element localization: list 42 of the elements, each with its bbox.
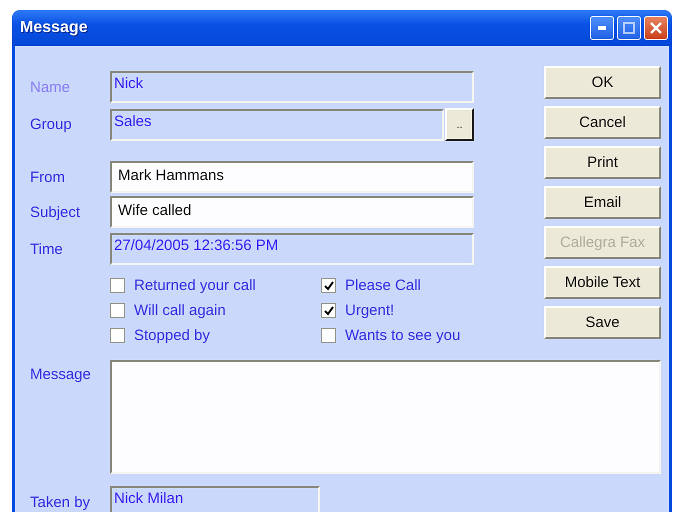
browse-button[interactable]: .. [445,108,474,141]
dialog-button[interactable]: Email [544,186,661,219]
dialog-button[interactable]: Print [544,146,661,179]
field-label: Subject [30,204,82,220]
input-field: 27/04/2005 12:36:56 PM [110,233,474,265]
dialog-button[interactable]: Mobile Text [544,266,661,299]
input-field[interactable]: Mark Hammans [110,161,474,193]
input-field: Nick Milan [110,486,320,512]
checkbox-label: Urgent! [345,302,394,319]
dialog-button[interactable]: Save [544,306,661,339]
dialog-button[interactable]: OK [544,66,661,99]
checkbox[interactable] [321,303,336,318]
checkbox[interactable] [110,303,125,318]
message-field[interactable] [110,360,661,474]
checkbox[interactable] [321,328,336,343]
close-icon [650,22,662,34]
checkbox-label: Stopped by [134,327,210,344]
minimize-icon [598,26,606,30]
maximize-button[interactable] [617,16,641,40]
checkbox-label: Will call again [134,302,226,319]
checkbox[interactable] [321,278,336,293]
field-label: Group [30,116,73,133]
field-label: Message [30,365,92,385]
checkbox[interactable] [110,278,125,293]
input-field: Nick [110,71,474,103]
checkmark-icon [324,280,334,290]
field-label: Time [30,240,64,258]
checkmark-icon [324,306,334,316]
checkbox[interactable] [110,328,125,343]
maximize-icon [623,22,635,34]
input-field: Sales [110,108,444,140]
checkbox-label: Please Call [345,277,421,294]
field-label: From [30,168,66,186]
minimize-button[interactable] [590,16,614,40]
checkbox-label: Returned your call [134,277,256,294]
field-label: Taken by [30,494,92,510]
input-field[interactable]: Wife called [110,196,474,228]
window-title: Message [20,19,88,37]
dialog-button[interactable]: Cancel [544,106,661,139]
field-label: Name [30,78,72,96]
close-button[interactable] [644,16,668,40]
checkbox-label: Wants to see you [345,327,460,344]
